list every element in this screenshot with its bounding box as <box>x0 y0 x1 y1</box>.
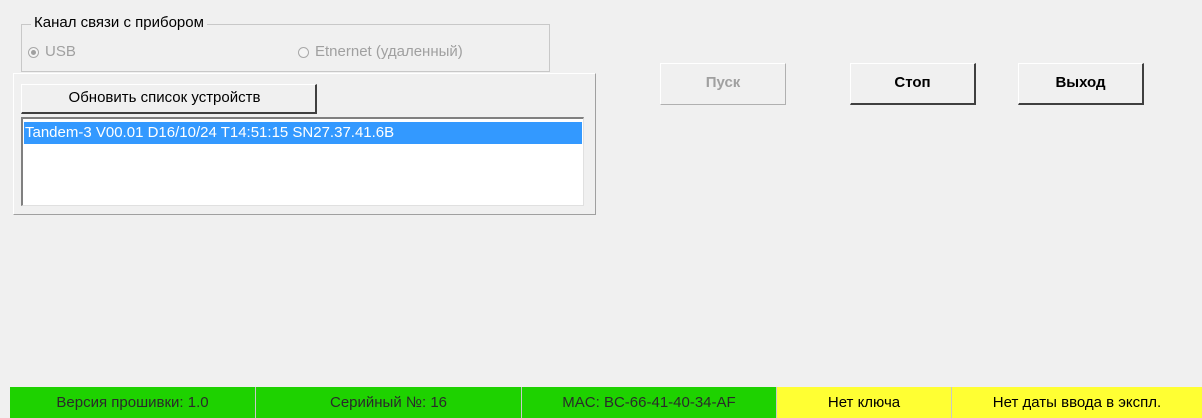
radio-ethernet-label: Etnernet (удаленный) <box>315 43 463 60</box>
radio-usb-label: USB <box>45 43 76 60</box>
radio-ethernet-indicator-icon <box>298 46 309 58</box>
start-button[interactable]: Пуск <box>660 63 786 105</box>
status-mac-address: MAC: BC-66-41-40-34-AF <box>522 387 777 418</box>
status-commission-date: Нет даты ввода в экспл. <box>952 387 1202 418</box>
radio-usb[interactable]: USB <box>28 43 76 61</box>
radio-usb-indicator-icon <box>28 46 39 58</box>
device-list-item[interactable]: Tandem-3 V00.01 D16/10/24 T14:51:15 SN27… <box>24 122 582 144</box>
connection-channel-title: Канал связи с прибором <box>31 14 207 32</box>
radio-ethernet[interactable]: Etnernet (удаленный) <box>298 43 463 61</box>
status-license-key: Нет ключа <box>777 387 952 418</box>
status-firmware-version: Версия прошивки: 1.0 <box>10 387 256 418</box>
stop-button[interactable]: Стоп <box>850 63 976 105</box>
refresh-devices-button[interactable]: Обновить список устройств <box>21 84 317 114</box>
status-bar: Версия прошивки: 1.0 Серийный №: 16 MAC:… <box>10 387 1202 418</box>
status-serial-number: Серийный №: 16 <box>256 387 522 418</box>
exit-button[interactable]: Выход <box>1018 63 1144 105</box>
device-list[interactable]: Tandem-3 V00.01 D16/10/24 T14:51:15 SN27… <box>21 117 584 206</box>
